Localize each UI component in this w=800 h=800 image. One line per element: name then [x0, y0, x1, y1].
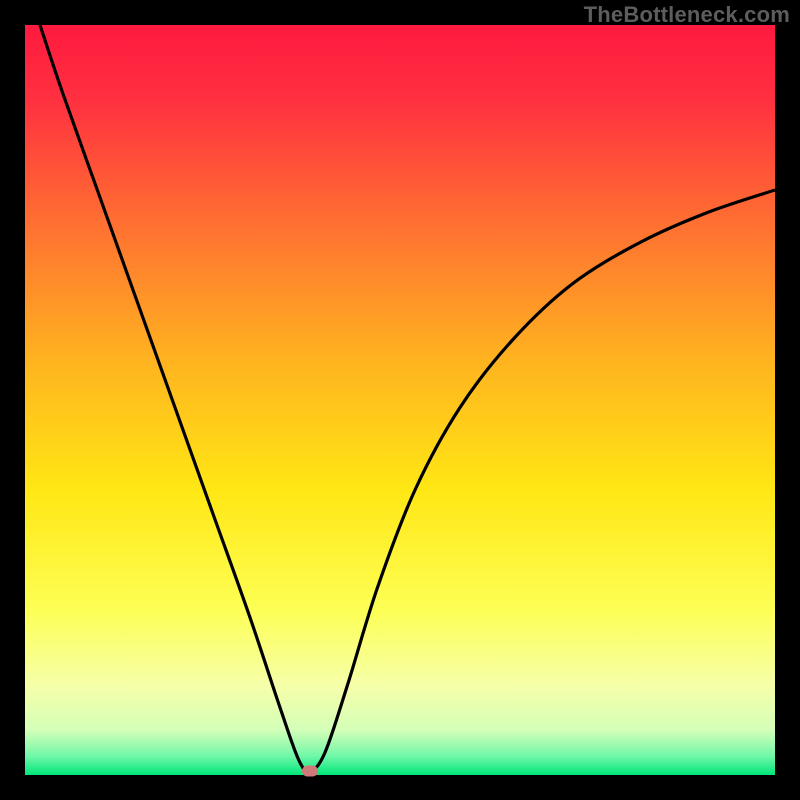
plot-outer — [25, 25, 775, 775]
chart-frame: TheBottleneck.com — [0, 0, 800, 800]
watermark-text: TheBottleneck.com — [584, 2, 790, 28]
bottleneck-curve — [25, 25, 775, 775]
curve-path — [40, 25, 775, 772]
optimal-marker — [302, 765, 318, 776]
